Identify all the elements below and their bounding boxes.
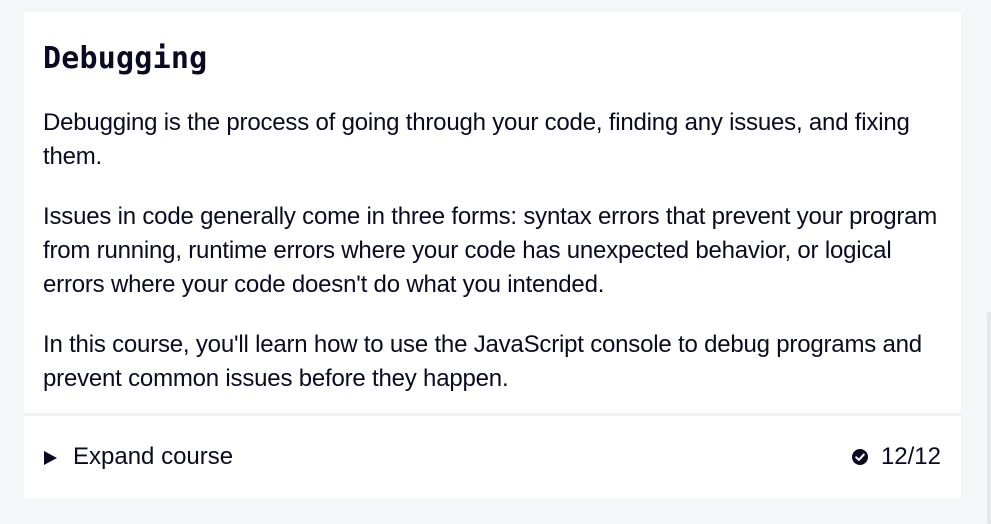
course-description-paragraph: In this course, you'll learn how to use … (43, 331, 922, 392)
check-circle-icon (851, 449, 868, 465)
card-footer: Expand course 12/12 (24, 416, 961, 498)
course-title: Debugging (43, 41, 208, 76)
card-body: Debugging Debugging is the process of go… (24, 12, 961, 396)
scrollbar[interactable] (987, 312, 991, 524)
course-progress: 12/12 (851, 443, 941, 471)
expand-course-label: Expand course (73, 443, 234, 470)
triangle-right-icon (44, 450, 57, 465)
course-description-paragraph: Debugging is the process of going throug… (43, 109, 910, 170)
expand-course-button[interactable]: Expand course (44, 443, 233, 471)
course-description-paragraph: Issues in code generally come in three f… (43, 203, 938, 298)
course-card: Debugging Debugging is the process of go… (24, 12, 961, 498)
progress-count: 12/12 (880, 443, 941, 470)
